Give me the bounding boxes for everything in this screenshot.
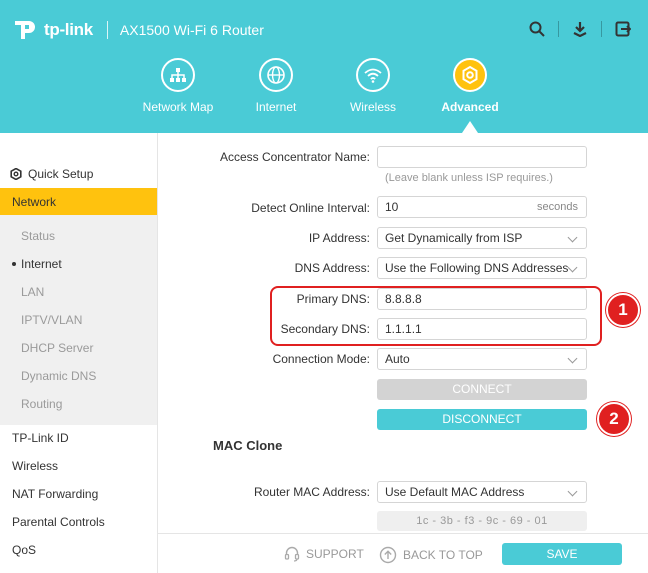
router-model-title: AX1500 Wi-Fi 6 Router <box>119 22 264 38</box>
access-concentrator-input[interactable] <box>377 146 587 168</box>
tp-link-logo-icon <box>12 17 38 43</box>
tab-advanced[interactable]: Advanced <box>425 58 515 114</box>
tab-label: Internet <box>255 100 297 114</box>
chevron-down-icon <box>567 486 578 497</box>
detect-interval-unit: seconds <box>537 201 578 213</box>
sidebar-sub-dynamic-dns[interactable]: Dynamic DNS <box>0 362 157 390</box>
chevron-down-icon <box>567 232 578 243</box>
headset-icon <box>284 546 300 562</box>
router-mac-label: Router MAC Address: <box>253 485 370 499</box>
support-link[interactable]: SUPPORT <box>284 546 364 562</box>
mac-clone-heading: MAC Clone <box>213 438 283 453</box>
active-tab-pointer <box>462 121 478 133</box>
tab-label: Advanced <box>441 100 499 114</box>
router-mac-value: Use Default MAC Address <box>385 485 525 499</box>
brand-name: tp-link <box>44 20 93 39</box>
header-icon-divider <box>558 21 559 37</box>
search-icon[interactable] <box>526 19 548 39</box>
sidebar-sub-internet[interactable]: Internet <box>0 250 157 278</box>
sidebar-sub-routing[interactable]: Routing <box>0 390 157 418</box>
tab-network-map[interactable]: Network Map <box>133 58 223 114</box>
sidebar-item-tp-link-id[interactable]: TP-Link ID <box>0 424 157 452</box>
dns-address-select[interactable]: Use the Following DNS Addresses <box>377 257 587 279</box>
header-icon-divider <box>601 21 602 37</box>
step-marker-1: 1 <box>606 293 640 327</box>
step-marker-2: 2 <box>597 402 631 436</box>
back-to-top-link[interactable]: BACK TO TOP <box>379 546 483 564</box>
sidebar-item-nat-forwarding[interactable]: NAT Forwarding <box>0 480 157 508</box>
access-concentrator-label: Access Concentrator Name: <box>219 150 370 164</box>
sidebar-sub-status[interactable]: Status <box>0 222 157 250</box>
footer-bar: SUPPORT BACK TO TOP SAVE <box>158 533 648 573</box>
globe-icon <box>259 58 293 92</box>
sidebar-item-quick-setup[interactable]: Quick Setup <box>0 160 157 188</box>
wifi-icon <box>356 58 390 92</box>
save-button[interactable]: SAVE <box>502 543 622 565</box>
tab-label: Network Map <box>142 100 214 114</box>
support-label: SUPPORT <box>306 547 364 561</box>
sidebar-item-label: Quick Setup <box>28 167 94 181</box>
header-bar: tp-link AX1500 Wi-Fi 6 Router Network Ma… <box>0 0 648 133</box>
mac-address-display: 1c - 3b - f3 - 9c - 69 - 01 <box>377 511 587 531</box>
back-to-top-label: BACK TO TOP <box>403 548 483 562</box>
chevron-down-icon <box>567 353 578 364</box>
quick-setup-icon <box>10 168 22 180</box>
detect-interval-label: Detect Online Interval: <box>251 201 370 215</box>
network-map-icon <box>161 58 195 92</box>
top-nav: Network Map Internet Wireless Advanced <box>0 58 648 133</box>
sidebar-sub-iptv-vlan[interactable]: IPTV/VLAN <box>0 306 157 334</box>
connect-button[interactable]: CONNECT <box>377 379 587 400</box>
sidebar-item-network[interactable]: Network <box>0 188 157 216</box>
sidebar-sub-lan[interactable]: LAN <box>0 278 157 306</box>
ip-address-select[interactable]: Get Dynamically from ISP <box>377 227 587 249</box>
dns-address-value: Use the Following DNS Addresses <box>385 261 569 275</box>
sidebar-item-wireless[interactable]: Wireless <box>0 452 157 480</box>
detect-interval-value: 10 <box>385 200 399 214</box>
dns-highlight-box <box>270 286 602 346</box>
tab-wireless[interactable]: Wireless <box>328 58 418 114</box>
router-mac-select[interactable]: Use Default MAC Address <box>377 481 587 503</box>
tab-label: Wireless <box>349 100 396 114</box>
detect-interval-input[interactable]: 10 seconds <box>377 196 587 218</box>
ip-address-value: Get Dynamically from ISP <box>385 231 523 245</box>
sidebar-item-parental-controls[interactable]: Parental Controls <box>0 508 157 536</box>
sidebar-item-qos[interactable]: QoS <box>0 536 157 564</box>
chevron-down-icon <box>567 262 578 273</box>
connection-mode-select[interactable]: Auto <box>377 348 587 370</box>
ip-address-label: IP Address: <box>308 231 370 245</box>
download-icon[interactable] <box>569 19 591 39</box>
sidebar: Quick Setup Network Status Internet LAN … <box>0 133 158 573</box>
arrow-up-circle-icon <box>379 546 397 564</box>
tab-internet[interactable]: Internet <box>231 58 321 114</box>
sidebar-sub-dhcp-server[interactable]: DHCP Server <box>0 334 157 362</box>
connection-mode-label: Connection Mode: <box>272 352 370 366</box>
access-concentrator-hint: (Leave blank unless ISP requires.) <box>385 172 553 184</box>
logout-icon[interactable] <box>612 19 634 39</box>
tp-link-logo[interactable]: tp-link AX1500 Wi-Fi 6 Router <box>12 17 264 43</box>
dns-address-label: DNS Address: <box>294 261 370 275</box>
connection-mode-value: Auto <box>385 352 410 366</box>
gear-icon <box>453 58 487 92</box>
disconnect-button[interactable]: DISCONNECT <box>377 409 587 430</box>
header-divider <box>106 21 108 39</box>
